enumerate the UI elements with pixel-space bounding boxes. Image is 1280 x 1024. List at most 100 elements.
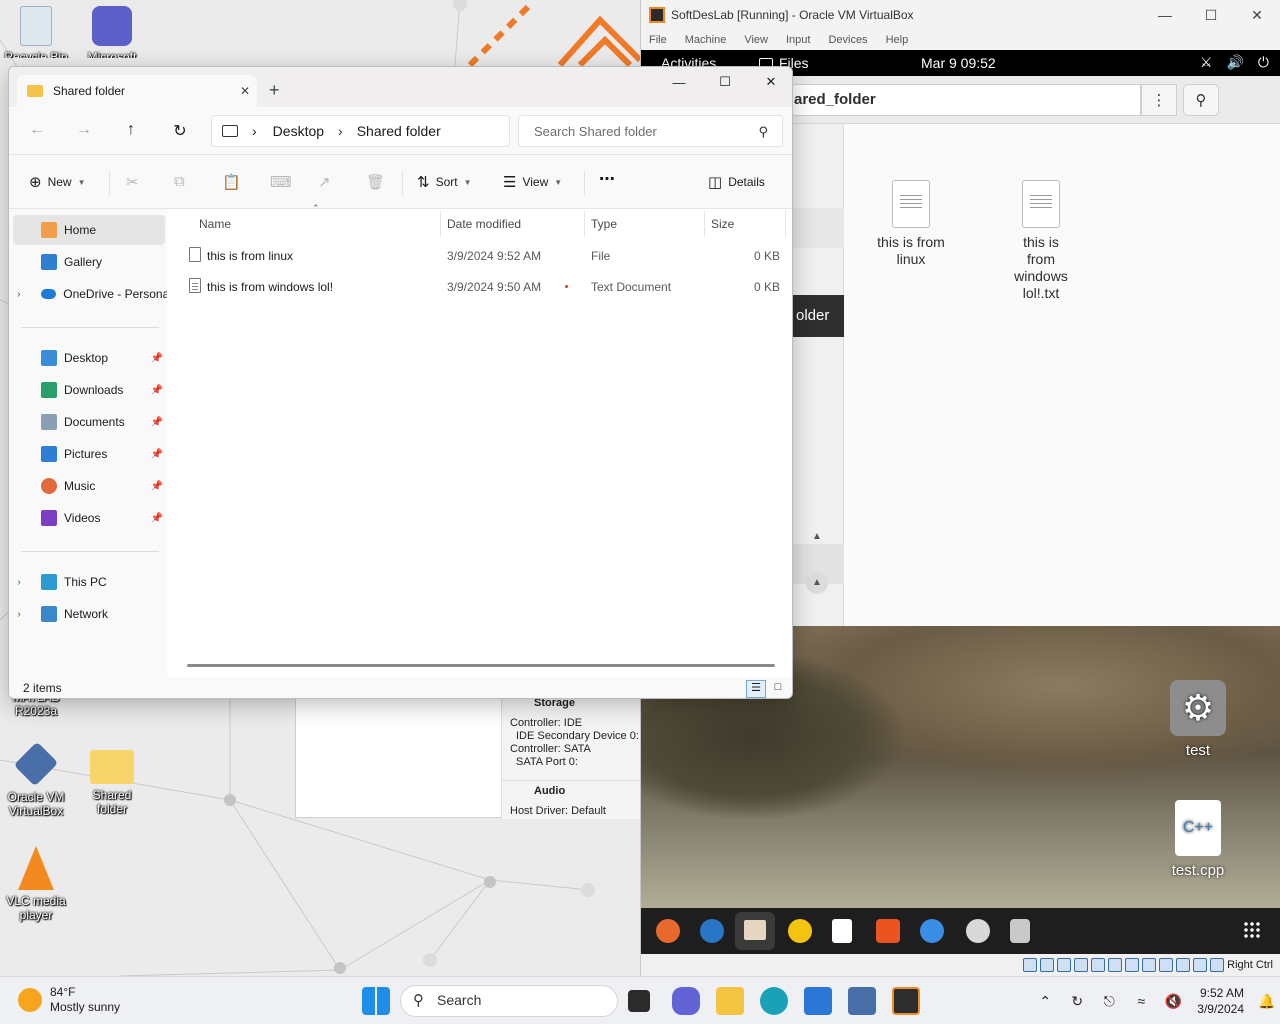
nav-item-desktop[interactable]: Desktop 📌	[9, 343, 167, 373]
minimize-icon[interactable]: —	[656, 67, 702, 97]
maximize-icon[interactable]: ☐	[702, 67, 748, 97]
chat-icon[interactable]	[672, 987, 700, 1015]
forward-arrow-icon[interactable]: →	[72, 121, 96, 141]
gnome-system-tray[interactable]: ⚔ 🔊 ⏻	[1200, 54, 1269, 71]
menu-input[interactable]: Input	[786, 34, 810, 46]
horizontal-scrollbar[interactable]	[187, 664, 775, 667]
close-icon[interactable]: ✕	[1234, 0, 1280, 30]
usb-icon[interactable]	[1091, 958, 1106, 972]
chevron-right-icon[interactable]: ›	[9, 609, 29, 620]
thunderbird-icon[interactable]	[700, 919, 724, 943]
nav-item-this-pc[interactable]: › This PC	[9, 567, 167, 597]
pin-icon[interactable]: 📌	[151, 385, 163, 396]
nav-item-music[interactable]: Music 📌	[9, 471, 167, 501]
column-header-size[interactable]: Size	[711, 217, 734, 231]
back-arrow-icon[interactable]: ←	[25, 121, 49, 141]
edge-icon[interactable]	[760, 987, 788, 1015]
task-view-icon[interactable]	[628, 990, 650, 1012]
cut-icon[interactable]: ✂	[126, 173, 139, 191]
nav-item-documents[interactable]: Documents 📌	[9, 407, 167, 437]
address-bar[interactable]: › Desktop › Shared folder	[211, 115, 510, 147]
app-center-icon[interactable]	[876, 919, 900, 943]
wifi-icon[interactable]: ≈	[1125, 993, 1157, 1009]
desktop-icon-teams[interactable]: Microsoft Teams	[76, 6, 148, 58]
desktop-icon-shared-folder[interactable]: Shared folder	[76, 744, 148, 816]
show-apps-icon[interactable]	[1243, 921, 1261, 939]
nav-item-downloads[interactable]: Downloads 📌	[9, 375, 167, 405]
more-options-icon[interactable]: ⋯	[599, 169, 615, 189]
shared-folders-icon[interactable]	[1108, 958, 1123, 972]
pin-icon[interactable]: 📌	[151, 513, 163, 524]
menu-help[interactable]: Help	[886, 34, 909, 46]
eject-icon[interactable]: ▲	[806, 526, 828, 548]
firefox-icon[interactable]	[656, 919, 680, 943]
minimize-icon[interactable]: —	[1142, 0, 1188, 30]
nautilus-file-linux[interactable]: this is from linux	[856, 180, 966, 268]
close-tab-icon[interactable]: ✕	[233, 84, 257, 98]
hdd-icon[interactable]	[1023, 958, 1038, 972]
files-dock-icon[interactable]	[735, 912, 775, 950]
table-row[interactable]: this is from linux 3/9/2024 9:52 AM File…	[169, 241, 792, 271]
search-input[interactable]: Search Shared folder ⚲	[518, 115, 783, 147]
explorer-tab[interactable]: Shared folder ✕	[17, 75, 257, 107]
audio-icon[interactable]	[1057, 958, 1072, 972]
details-view-icon[interactable]: ☰	[746, 680, 766, 698]
nav-item-pictures[interactable]: Pictures 📌	[9, 439, 167, 469]
refresh-icon[interactable]: ↻	[168, 121, 192, 141]
mouse-integration-icon[interactable]	[1193, 958, 1208, 972]
taskbar-clock[interactable]: 9:52 AM 3/9/2024	[1189, 985, 1254, 1017]
nautilus-file-windows[interactable]: this is from windows lol!.txt	[986, 180, 1096, 302]
eject-icon[interactable]: ▲	[806, 572, 828, 594]
rhythmbox-icon[interactable]	[788, 919, 812, 943]
notification-bell-icon[interactable]: 🔔	[1254, 993, 1280, 1010]
column-header-type[interactable]: Type	[591, 217, 617, 231]
details-button[interactable]: ◫ Details	[708, 173, 765, 191]
menu-kebab-icon[interactable]: ⋮	[1141, 84, 1177, 116]
maximize-icon[interactable]: ☐	[1188, 0, 1234, 30]
copy-icon[interactable]: ⧉	[174, 173, 185, 190]
new-tab-icon[interactable]: +	[269, 80, 280, 101]
menu-machine[interactable]: Machine	[685, 34, 727, 46]
trash-icon[interactable]	[1010, 919, 1030, 943]
recording-icon[interactable]	[1142, 958, 1157, 972]
desktop-icon-vlc[interactable]: VLC media player	[0, 846, 72, 922]
close-icon[interactable]: ✕	[748, 67, 792, 97]
sync-icon[interactable]: ↻	[1061, 993, 1093, 1010]
column-header-name[interactable]: Name	[199, 217, 231, 231]
display-icon[interactable]	[1125, 958, 1140, 972]
sort-button[interactable]: ⇅ Sort ▼	[417, 173, 472, 191]
tiles-view-icon[interactable]: □	[768, 680, 788, 698]
nautilus-path-bar[interactable]: ared_folder	[791, 84, 1141, 116]
nav-item-home[interactable]: Home	[13, 215, 165, 245]
menu-file[interactable]: File	[649, 34, 667, 46]
cpu-icon[interactable]	[1159, 958, 1174, 972]
menu-devices[interactable]: Devices	[828, 34, 867, 46]
nav-item-videos[interactable]: Videos 📌	[9, 503, 167, 533]
new-button[interactable]: ⊕ New ▼	[29, 173, 86, 191]
rename-icon[interactable]: ⌨	[270, 173, 292, 191]
desktop-icon-virtualbox[interactable]: Oracle VM VirtualBox	[0, 741, 72, 818]
chevron-right-icon[interactable]: ›	[9, 577, 29, 588]
virtualbox-taskbar-icon[interactable]	[848, 987, 876, 1015]
optical-drive-icon[interactable]	[1040, 958, 1055, 972]
delete-icon[interactable]: 🗑	[366, 173, 385, 191]
desktop-icon-recycle-bin[interactable]: Recycle Bin	[0, 6, 72, 58]
keyboard-icon[interactable]	[1210, 958, 1225, 972]
view-button[interactable]: ☰ View ▼	[503, 173, 562, 191]
nav-item-gallery[interactable]: Gallery	[9, 247, 167, 277]
volume-muted-icon[interactable]: 🔇	[1157, 993, 1189, 1010]
help-icon[interactable]	[920, 919, 944, 943]
breadcrumb-shared-folder[interactable]: Shared folder	[357, 123, 441, 139]
writer-icon[interactable]	[832, 919, 852, 943]
guest-desktop-icon-test[interactable]: ⚙ test	[1158, 680, 1238, 759]
network-icon[interactable]	[1074, 958, 1089, 972]
store-icon[interactable]	[804, 987, 832, 1015]
up-arrow-icon[interactable]: ↑	[119, 121, 143, 141]
chevron-up-icon[interactable]: ⌃	[1029, 993, 1061, 1010]
pin-icon[interactable]: 📌	[151, 449, 163, 460]
pin-icon[interactable]: 📌	[151, 417, 163, 428]
disc-icon[interactable]	[966, 919, 990, 943]
column-header-date[interactable]: Date modified	[447, 217, 521, 231]
weather-widget[interactable]: 84°F Mostly sunny	[18, 985, 120, 1015]
table-row[interactable]: this is from windows lol! 3/9/2024 9:50 …	[169, 272, 792, 302]
